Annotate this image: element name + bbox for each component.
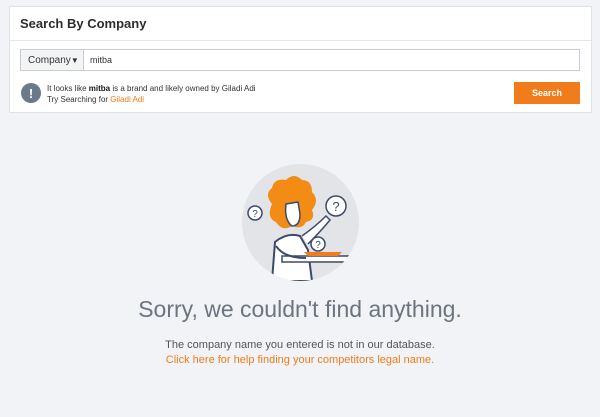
- exclamation-icon: !: [21, 83, 41, 103]
- question-bubble-icon: ?: [325, 195, 347, 217]
- question-bubble-icon: ?: [247, 205, 263, 221]
- hint-prefix: It looks like: [47, 84, 89, 93]
- try-search-line: Try Searching for Giladi Adi: [47, 94, 256, 105]
- search-type-select[interactable]: Company ▼: [20, 49, 84, 71]
- suggested-company-link[interactable]: Giladi Adi: [110, 95, 144, 104]
- search-button[interactable]: Search: [514, 82, 580, 104]
- search-type-label: Company: [28, 54, 71, 66]
- empty-state-message: The company name you entered is not in o…: [165, 339, 435, 351]
- panel-title: Search By Company: [10, 7, 591, 41]
- question-bubble-icon: ?: [310, 236, 326, 252]
- brand-hint-line: It looks like mitba is a brand and likel…: [47, 83, 256, 94]
- company-search-input[interactable]: [84, 49, 580, 71]
- empty-state-title: Sorry, we couldn't find anything.: [138, 296, 462, 322]
- brand-hint: It looks like mitba is a brand and likel…: [47, 83, 256, 105]
- try-prefix: Try Searching for: [47, 95, 111, 104]
- caret-down-icon: ▼: [70, 55, 79, 65]
- svg-text:?: ?: [332, 199, 339, 214]
- hint-middle: is a brand and likely owned by Giladi Ad…: [110, 84, 256, 93]
- search-row: Company ▼: [20, 49, 580, 71]
- svg-text:?: ?: [252, 209, 258, 220]
- confused-person-illustration: ? ? ?: [242, 164, 359, 281]
- help-finding-name-link[interactable]: Click here for help finding your competi…: [0, 354, 600, 366]
- search-panel: Search By Company Company ▼ ! It looks l…: [9, 6, 592, 113]
- hint-brand: mitba: [88, 84, 111, 93]
- svg-text:?: ?: [315, 240, 321, 251]
